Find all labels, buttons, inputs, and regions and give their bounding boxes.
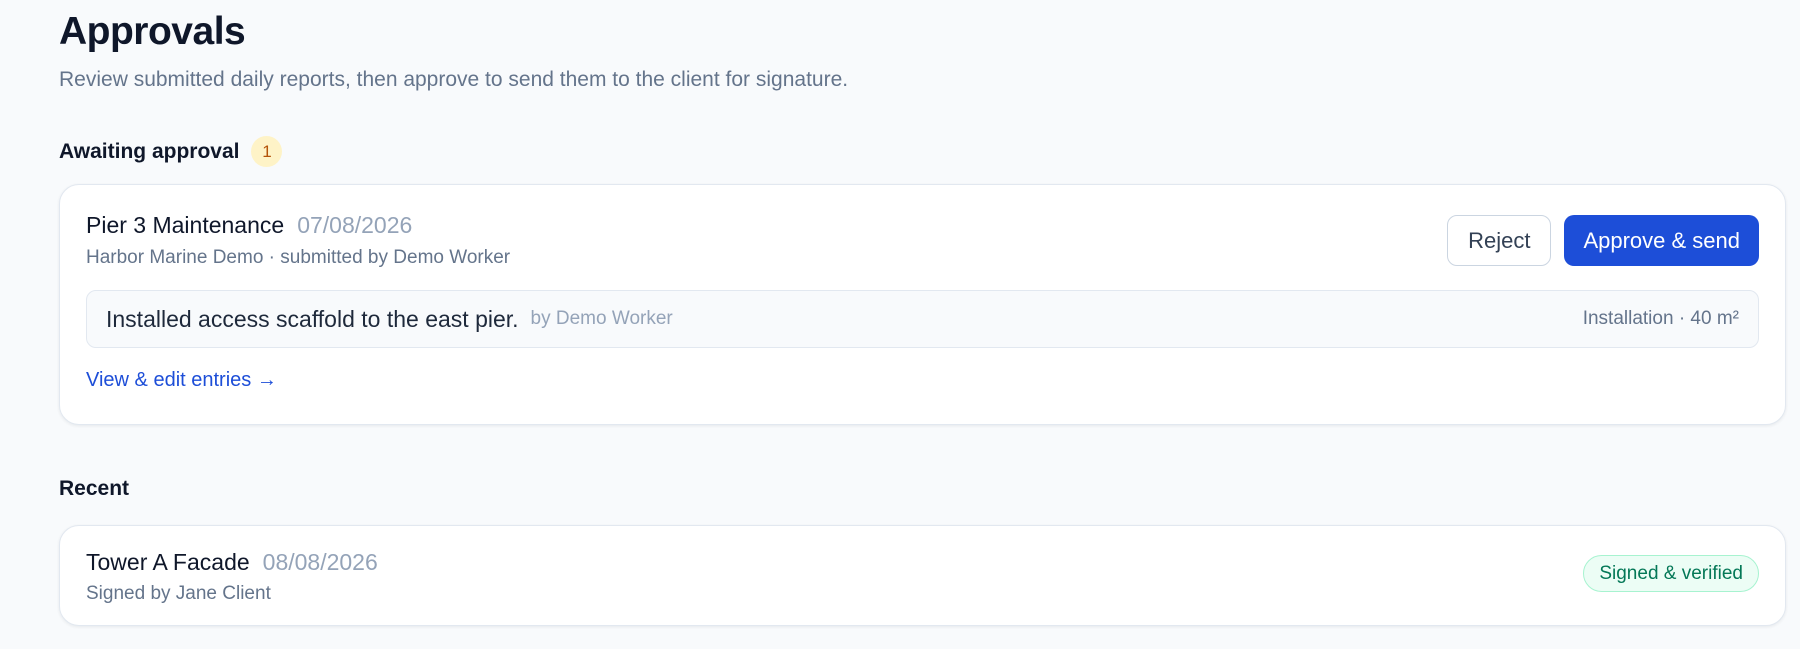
recent-heading: Recent [59,477,130,500]
entry-quantity: Installation · 40 m² [1582,308,1739,329]
report-entry: Installed access scaffold to the east pi… [86,290,1759,348]
entry-description: Installed access scaffold to the east pi… [106,305,519,332]
awaiting-count-badge: 1 [251,136,283,167]
entry-author: by Demo Worker [530,308,673,329]
recent-title-row: Tower A Facade 08/08/2026 [86,549,378,576]
recent-project-name: Tower A Facade [86,549,250,575]
report-actions: Reject Approve & send [1447,215,1759,266]
report-project-name: Pier 3 Maintenance [86,212,285,238]
report-meta: Harbor Marine Demo · submitted by Demo W… [86,247,511,268]
approvals-page: Approvals Review submitted daily reports… [0,0,1800,649]
recent-report-meta: Signed by Jane Client [86,583,271,604]
awaiting-approval-heading: Awaiting approval 1 [59,136,283,167]
page-subtitle: Review submitted daily reports, then app… [59,68,849,91]
status-badge: Signed & verified [1583,555,1759,592]
reject-button[interactable]: Reject [1447,215,1552,266]
report-title-row: Pier 3 Maintenance 07/08/2026 [86,212,412,239]
pending-report-card: Pier 3 Maintenance 07/08/2026 Harbor Mar… [59,184,1786,425]
view-edit-entries-link[interactable]: View & edit entries → [86,369,277,392]
recent-report-date: 08/08/2026 [262,549,378,575]
recent-report-card: Tower A Facade 08/08/2026 Signed by Jane… [59,525,1786,626]
awaiting-approval-label: Awaiting approval [59,139,240,163]
page-title: Approvals [59,10,246,53]
report-date: 07/08/2026 [297,212,413,238]
approve-and-send-button[interactable]: Approve & send [1564,215,1759,266]
